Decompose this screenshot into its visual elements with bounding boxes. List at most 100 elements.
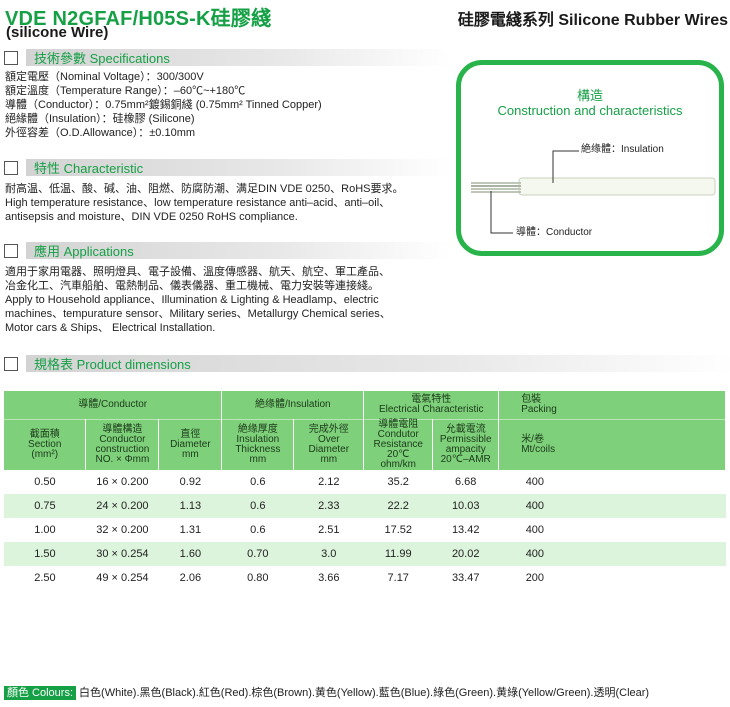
cable-insulation-shape — [518, 177, 716, 196]
section-checkbox-icon — [4, 50, 18, 65]
table-cell: 11.99 — [363, 542, 433, 566]
application-line: 冶金化工、汽車船舶、電熱制品、儀表儀器、重工機械、電力安裝等連接綫。 — [5, 280, 379, 292]
table-cell: 0.75 — [4, 494, 86, 518]
characteristic-line: 耐高温、低温、酸、碱、油、阻燃、防腐防潮、满足DIN VDE 0250、RoHS… — [5, 183, 404, 195]
application-line: Motor cars & Ships、 Electrical Installat… — [5, 322, 216, 334]
table-cell: 0.92 — [179, 476, 202, 488]
applications-header: 應用 Applications — [4, 242, 450, 259]
series-title: 硅膠電綫系列 Silicone Rubber Wires — [457, 12, 728, 29]
header-line: Resistance 20℃ — [373, 439, 423, 460]
header-line: NO. × Φmm — [95, 454, 150, 465]
applications-list: 適用于家用電器、照明燈具、電子設備、溫度傳感器、航天、航空、軍工產品、 冶金化工… — [5, 265, 391, 335]
characteristic-line: antisepsis and moisture、DIN VDE 0250 RoH… — [5, 211, 298, 223]
table-cell: 1.31 — [179, 524, 202, 536]
column-header-ampacity: 允載電流 Permissible ampacity 20℃–AMR — [432, 419, 500, 470]
header-line: (mm²) — [31, 449, 59, 460]
application-line: machines、tempurature sensor、Military ser… — [5, 308, 391, 320]
column-header-diameter: 直徑 Diameter mm — [158, 419, 223, 470]
specifications-header: 技術參數 Specifications — [4, 49, 450, 66]
table-cell: 1.60 — [158, 542, 222, 566]
table-cell: 400 — [525, 524, 545, 536]
table-cell: 0.6 — [250, 524, 266, 536]
table-cell: 2.12 — [318, 476, 340, 488]
specifications-list: 額定電壓（Nominal Voltage）：300/300V 額定溫度（Temp… — [5, 70, 322, 140]
colours-footer: 顏色 Colours: 白色(White).黑色(Black).紅色(Red).棕… — [4, 684, 649, 700]
spec-line: 外徑容差（O.D.Allowance）：±0.10mm — [5, 127, 196, 139]
table-cell: 400 — [498, 542, 726, 566]
spec-line: 絕緣體（Insulation）：硅橡膠 (Silicone) — [5, 113, 195, 125]
dimensions-table: 導體/Conductor 絶缘體/Insulation 電氣特性 Electri… — [4, 391, 726, 590]
table-cell: 6.68 — [454, 476, 477, 488]
application-line: 適用于家用電器、照明燈具、電子設備、溫度傳感器、航天、航空、軍工產品、 — [5, 266, 390, 278]
table-cell: 32 × 0.200 — [96, 524, 149, 536]
construction-panel: 構造 Construction and characteristics 絶缘體：… — [456, 60, 724, 256]
table-cell: 13.42 — [451, 524, 480, 536]
group-header-packing: 包裝 Packing — [498, 391, 726, 420]
conductor-label: 導體：Conductor — [516, 227, 593, 238]
characteristic-heading: 特性 Characteristic — [26, 159, 450, 176]
table-cell: 0.50 — [34, 476, 56, 488]
colours-list: 白色(White).黑色(Black).紅色(Red).棕色(Brown).黄色… — [79, 687, 650, 699]
header-line: Packing — [521, 404, 557, 415]
table-cell: 2.50 — [34, 572, 56, 584]
table-cell: 7.17 — [387, 572, 409, 584]
table-cell: 24 × 0.200 — [85, 494, 159, 518]
table-cell: 22.2 — [363, 494, 433, 518]
group-header-insulation: 絶缘體/Insulation — [221, 391, 365, 420]
section-checkbox-icon — [4, 356, 18, 371]
header-line: 導體/Conductor — [78, 399, 148, 410]
characteristic-list: 耐高温、低温、酸、碱、油、阻燃、防腐防潮、满足DIN VDE 0250、RoHS… — [5, 182, 404, 224]
characteristic-line: High temperature resistance、low temperat… — [5, 197, 391, 209]
table-cell: 20.02 — [432, 542, 499, 566]
table-cell: 0.6 — [221, 494, 294, 518]
table-cell: 1.00 — [34, 524, 56, 536]
table-cell: 0.80 — [247, 572, 269, 584]
table-cell: 35.2 — [387, 476, 409, 488]
column-header-construction: 導體構造 Conductor construction NO. × Φmm — [85, 419, 160, 470]
header-line: mm — [182, 449, 199, 460]
table-cell: 3.0 — [293, 542, 364, 566]
specifications-heading: 技術參數 Specifications — [26, 49, 450, 66]
group-header-electrical: 電氣特性 Electrical Characteristic — [363, 391, 500, 420]
product-subtitle: (silicone Wire) — [6, 24, 109, 41]
table-row: 1.00 32 × 0.200 1.31 0.6 2.51 17.52 13.4… — [4, 518, 726, 542]
cable-strands-shape — [471, 182, 521, 193]
spec-line: 額定溫度（Temperature Range）：–60℃~+180℃ — [5, 85, 246, 97]
header-line: mm — [249, 454, 267, 465]
header-line: ohm/km — [380, 459, 417, 470]
table-cell: 30 × 0.254 — [85, 542, 159, 566]
header-line: mm — [320, 454, 338, 465]
column-header-packing: 米/卷 Mt/coils — [498, 419, 726, 470]
table-cell: 1.13 — [158, 494, 222, 518]
header-line: 20℃–AMR — [440, 454, 491, 465]
column-header-over-diameter: 完成外徑 Over Diameter mm — [293, 419, 365, 470]
table-cell: 0.6 — [250, 476, 266, 488]
table-cell: 400 — [525, 476, 545, 488]
application-line: Apply to Household appliance、Illuminatio… — [5, 294, 379, 306]
table-row: 1.50 30 × 0.254 1.60 0.70 3.0 11.99 20.0… — [4, 542, 726, 566]
group-header-conductor: 導體/Conductor — [4, 391, 223, 420]
header-line: 絶缘體/Insulation — [255, 399, 331, 410]
table-cell: 10.03 — [432, 494, 499, 518]
table-row: 0.75 24 × 0.200 1.13 0.6 2.33 22.2 10.03… — [4, 494, 726, 518]
table-cell: 49 × 0.254 — [96, 572, 149, 584]
header-line: Electrical Characteristic — [378, 404, 484, 415]
header-line: Mt/coils — [521, 444, 556, 455]
section-checkbox-icon — [4, 160, 18, 175]
applications-heading: 應用 Applications — [26, 242, 450, 259]
cable-illustration — [471, 150, 716, 234]
table-cell: 2.06 — [179, 572, 202, 584]
column-header-thickness: 絶缘厚度 Insulation Thickness mm — [221, 419, 295, 470]
table-cell: 2.33 — [293, 494, 364, 518]
colours-label: 顏色 Colours: — [4, 686, 77, 700]
table-row: 0.50 16 × 0.200 0.92 0.6 2.12 35.2 6.68 … — [4, 470, 726, 494]
table-cell: 3.66 — [318, 572, 340, 584]
table-cell: 2.51 — [318, 524, 340, 536]
table-cell: 400 — [498, 494, 726, 518]
table-row: 2.50 49 × 0.254 2.06 0.80 3.66 7.17 33.4… — [4, 566, 726, 590]
dimensions-header: 規格表 Product dimensions — [4, 355, 730, 372]
insulation-label: 絶缘體：Insulation — [581, 144, 664, 155]
characteristic-header: 特性 Characteristic — [4, 159, 450, 176]
column-header-section: 截面積 Section (mm²) — [4, 419, 87, 470]
table-cell: 33.47 — [451, 572, 480, 584]
